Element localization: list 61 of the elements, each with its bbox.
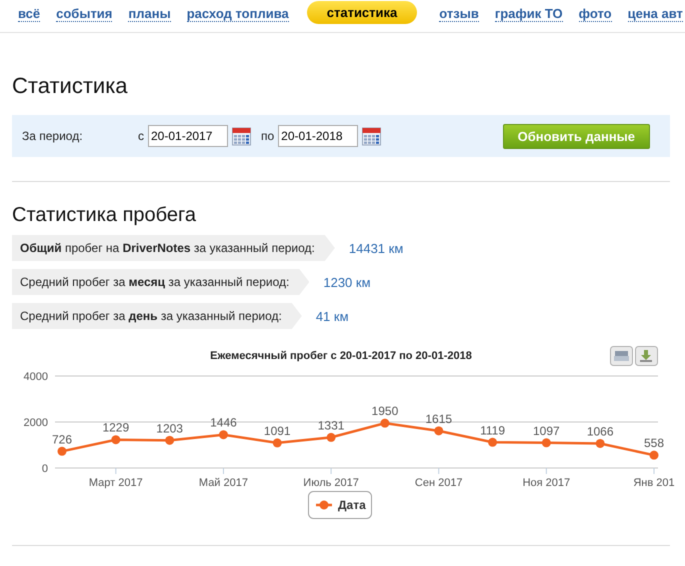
legend-item[interactable]: Дата	[308, 491, 372, 519]
data-label: 558	[644, 436, 664, 450]
stat-label: Средний пробег за день за указанный период:	[12, 303, 302, 329]
data-label: 1091	[264, 424, 291, 438]
legend-label: Дата	[338, 498, 366, 512]
data-point	[596, 438, 605, 448]
data-point	[488, 438, 498, 447]
data-label: 1229	[102, 420, 130, 435]
stat-label: Общий пробег на DriverNotes за указанный период:	[12, 235, 335, 261]
axis-label: 4000	[24, 371, 48, 383]
calendar-icon[interactable]	[232, 126, 251, 146]
download-button[interactable]	[635, 346, 658, 366]
nav-link[interactable]: график ТО	[494, 2, 563, 22]
axis-label: Июль 2017	[303, 477, 359, 489]
page-title: Статистика	[12, 73, 129, 99]
data-point	[326, 432, 336, 442]
date-field[interactable]: 20-01-2018	[278, 125, 358, 147]
nav-link[interactable]: планы	[128, 2, 171, 22]
data-point	[58, 446, 66, 456]
axis-label: Март 2017	[88, 477, 143, 489]
nav-link[interactable]: расход топлива	[186, 2, 289, 22]
axis-label: 0	[42, 463, 48, 475]
stat-value: 1230 км	[323, 274, 371, 290]
nav-link[interactable]: отзыв	[439, 2, 479, 22]
axis-label: Янв 201	[633, 477, 675, 489]
data-point	[218, 430, 228, 440]
calendar-icon[interactable]	[362, 126, 382, 146]
from-label: с	[138, 129, 144, 143]
period-label: За период:	[22, 129, 84, 143]
data-point	[380, 418, 390, 428]
nav-tab[interactable]: статистика	[306, 0, 418, 24]
nav-link[interactable]: всё	[18, 2, 40, 22]
stat-label: Средний пробег за месяц за указанный период:	[12, 269, 310, 295]
axis-label: 2000	[24, 417, 48, 429]
date-field[interactable]: 20-01-2017	[148, 125, 228, 147]
data-point	[111, 435, 120, 444]
data-point	[650, 450, 658, 460]
nav-link[interactable]: фото	[578, 2, 612, 22]
to-label: по	[261, 129, 274, 143]
data-point	[434, 426, 444, 436]
data-label: 1446	[210, 416, 237, 430]
data-label: 1066	[586, 424, 614, 438]
axis-label: Ноя 2017	[522, 477, 570, 489]
data-label: 1097	[533, 424, 560, 438]
data-point	[272, 438, 282, 448]
section-title: Статистика пробега	[12, 204, 198, 227]
stat-value: 41 км	[316, 308, 349, 324]
axis-label: Сен 2017	[414, 477, 463, 489]
data-label: 1331	[318, 418, 344, 432]
data-point	[542, 438, 551, 448]
data-label: 1615	[425, 412, 452, 426]
data-label: 1203	[156, 421, 183, 436]
nav-link[interactable]: цена авт	[628, 2, 683, 22]
data-label: 1950	[372, 404, 398, 418]
nav-link[interactable]: события	[56, 2, 112, 22]
data-point	[165, 436, 174, 445]
stat-value: 14431 км	[348, 240, 404, 256]
axis-label: Май 2017	[198, 477, 248, 489]
data-label: 1119	[480, 423, 505, 438]
chart-title: Ежемесячный пробег с 20-01-2017 по 20-01-2018	[210, 350, 472, 362]
data-label: 726	[52, 432, 72, 446]
